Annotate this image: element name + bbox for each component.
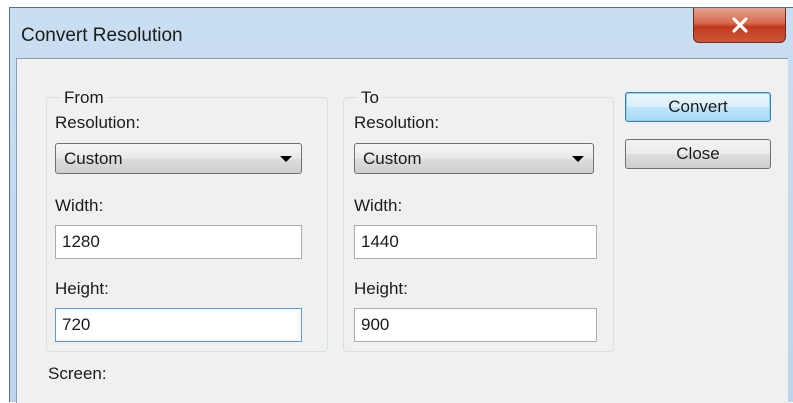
dialog-window: Convert Resolution From Resolution: Cust…	[9, 7, 793, 403]
close-window-button[interactable]	[693, 8, 786, 43]
chevron-down-icon	[280, 156, 292, 162]
from-resolution-label: Resolution:	[55, 113, 141, 132]
from-legend: From	[64, 88, 104, 107]
from-width-label: Width:	[55, 196, 104, 215]
to-height-field[interactable]	[354, 308, 597, 342]
close-icon	[731, 17, 748, 33]
convert-button[interactable]: Convert	[625, 92, 771, 122]
title-bar[interactable]: Convert Resolution	[10, 8, 793, 58]
close-button[interactable]: Close	[625, 139, 771, 169]
to-width-field[interactable]	[354, 225, 597, 259]
from-height-field[interactable]	[55, 308, 302, 342]
from-width-field[interactable]	[55, 225, 302, 259]
dialog-client-area: From Resolution: Custom Width: Height: T…	[16, 58, 788, 403]
window-title: Convert Resolution	[21, 25, 183, 46]
to-legend: To	[361, 88, 379, 107]
from-height-label: Height:	[55, 279, 109, 298]
screen-label: Screen:	[48, 364, 107, 383]
to-height-label: Height:	[354, 279, 408, 298]
to-width-label: Width:	[354, 196, 403, 215]
to-resolution-select[interactable]: Custom	[354, 143, 594, 174]
from-resolution-select[interactable]: Custom	[55, 143, 302, 174]
from-resolution-value: Custom	[64, 149, 123, 168]
chevron-down-icon	[572, 156, 584, 162]
to-resolution-label: Resolution:	[354, 113, 440, 132]
to-resolution-value: Custom	[363, 149, 422, 168]
